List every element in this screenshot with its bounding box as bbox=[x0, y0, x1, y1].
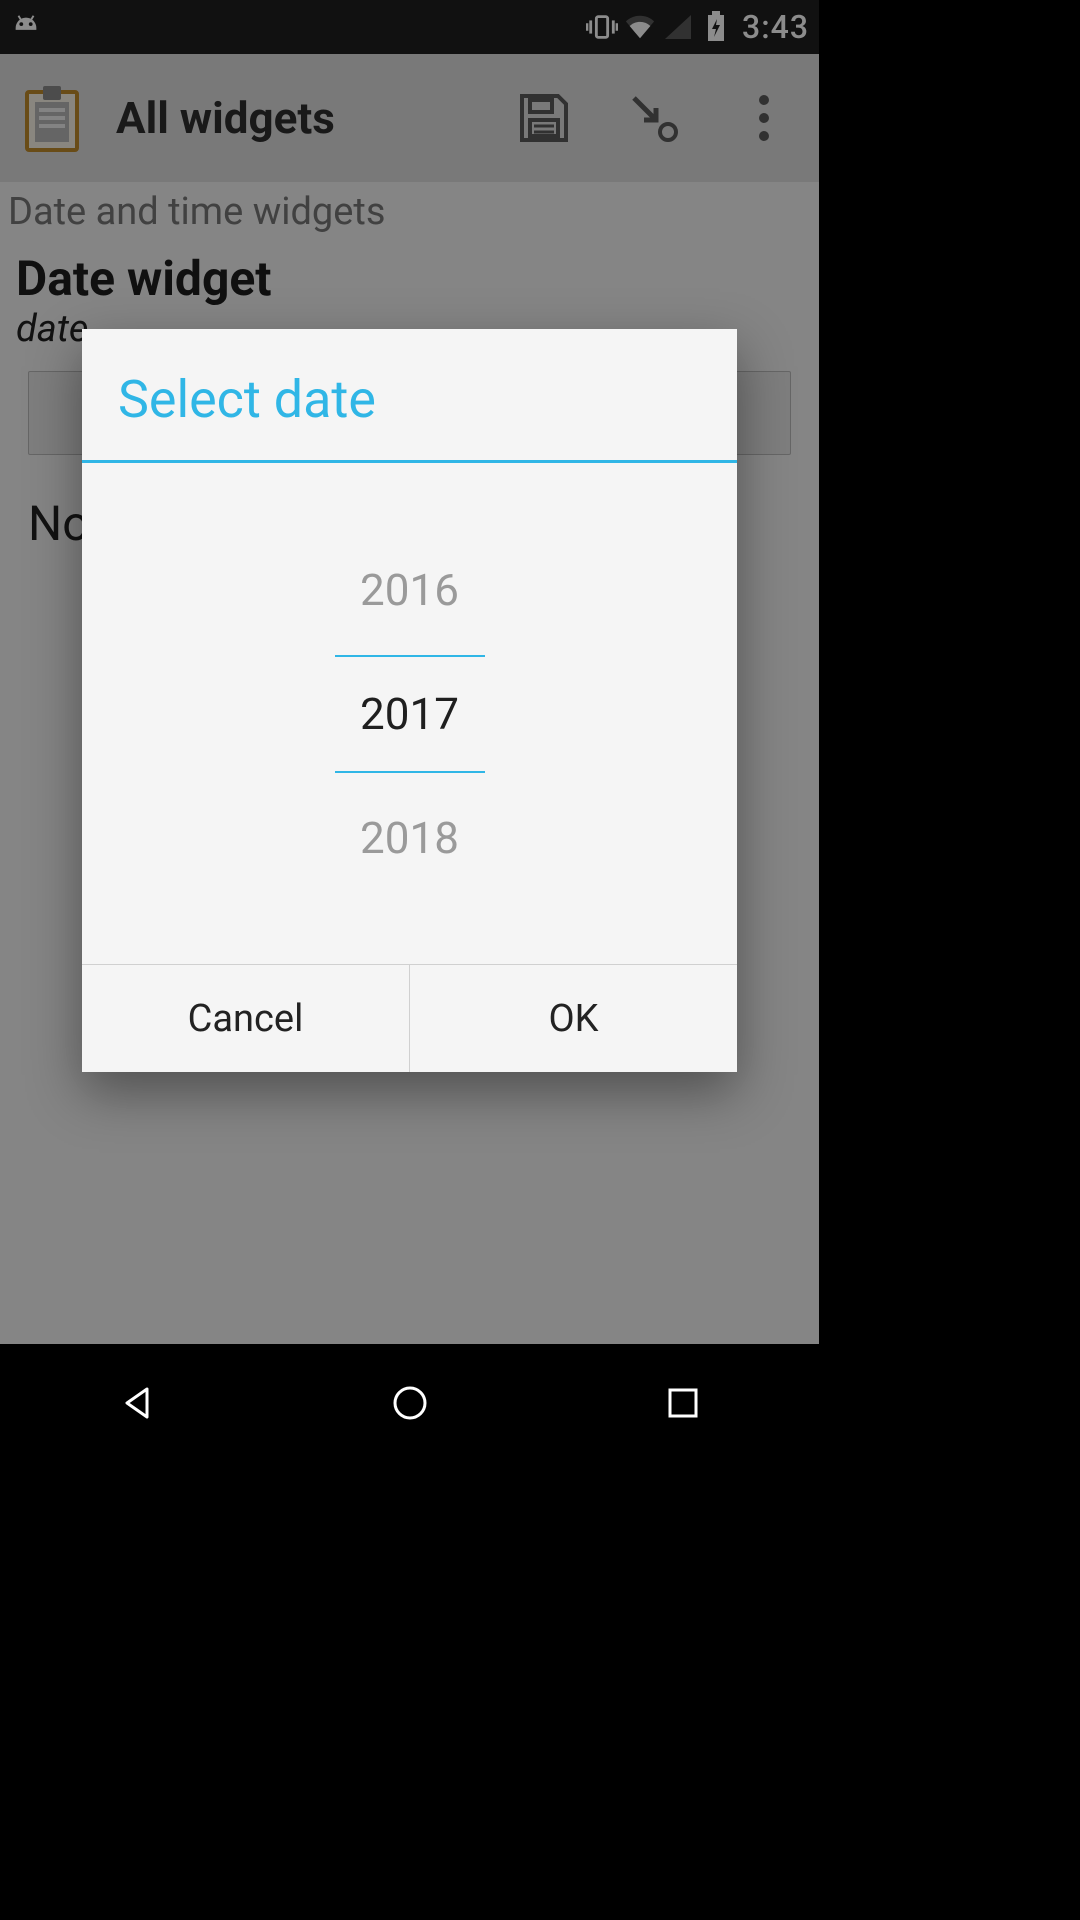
back-triangle-icon bbox=[117, 1383, 157, 1423]
dialog-header: Select date bbox=[82, 329, 737, 463]
dialog-button-bar: Cancel OK bbox=[82, 964, 737, 1072]
home-circle-icon bbox=[390, 1383, 430, 1423]
cancel-button[interactable]: Cancel bbox=[82, 965, 410, 1072]
screen: Date and time widgets Date widget date N… bbox=[0, 0, 819, 1461]
date-picker-dialog: Select date 2016 2017 2018 Cancel OK bbox=[82, 329, 737, 1072]
year-option-next[interactable]: 2018 bbox=[310, 773, 510, 903]
year-picker[interactable]: 2016 2017 2018 bbox=[310, 525, 510, 903]
year-option-prev[interactable]: 2016 bbox=[310, 525, 510, 655]
recents-square-icon bbox=[663, 1383, 703, 1423]
back-button[interactable] bbox=[113, 1379, 161, 1427]
home-button[interactable] bbox=[386, 1379, 434, 1427]
year-option-selected[interactable]: 2017 bbox=[335, 655, 485, 773]
ok-button[interactable]: OK bbox=[410, 965, 737, 1072]
navigation-bar bbox=[0, 1344, 819, 1461]
dialog-body: 2016 2017 2018 bbox=[82, 463, 737, 964]
recents-button[interactable] bbox=[659, 1379, 707, 1427]
dialog-title: Select date bbox=[118, 369, 701, 430]
